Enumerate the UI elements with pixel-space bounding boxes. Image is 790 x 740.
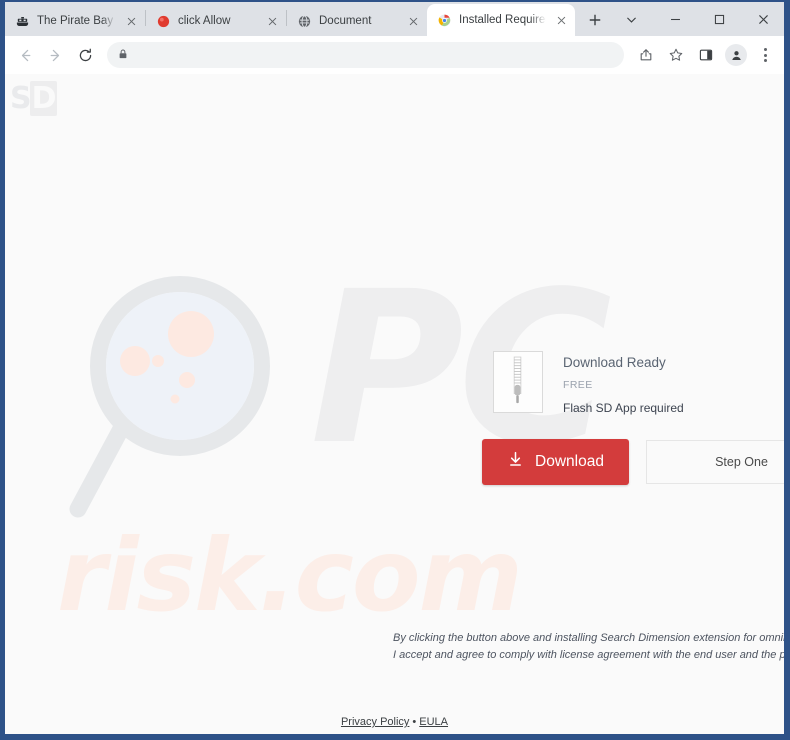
maximize-button[interactable] [697, 3, 741, 35]
reload-button[interactable] [71, 41, 99, 69]
profile-button[interactable] [722, 41, 750, 69]
side-panel-icon [699, 49, 713, 61]
globe-icon [297, 14, 312, 29]
action-row: Download Step One [482, 439, 784, 485]
disclaimer-text: By clicking the button above and install… [393, 630, 784, 664]
forward-button[interactable] [41, 41, 69, 69]
browser-window: The Pirate Bay - The gala click Allow [0, 0, 790, 740]
product-title: Download Ready [563, 355, 666, 370]
tab-click-allow[interactable]: click Allow [146, 6, 286, 36]
close-icon [758, 14, 768, 24]
browser-toolbar [5, 36, 784, 74]
minimize-button[interactable] [653, 3, 697, 35]
chevron-down-icon [626, 16, 636, 23]
tab-title: Document [319, 15, 372, 27]
minimize-icon [670, 18, 680, 20]
bookmark-button[interactable] [662, 41, 690, 69]
share-icon [640, 49, 652, 61]
plus-icon [589, 14, 601, 26]
sd-logo: SD [10, 81, 62, 116]
maximize-icon [714, 14, 724, 24]
three-dot-menu-icon[interactable] [752, 42, 778, 68]
side-panel-button[interactable] [692, 41, 720, 69]
magnifier-illustration [60, 269, 300, 524]
back-button[interactable] [11, 41, 39, 69]
watermark-risk: risk.com [57, 517, 523, 634]
download-button-label: Download [535, 453, 604, 470]
disclaimer-line-2: I accept and agree to comply with licens… [393, 649, 784, 661]
share-button[interactable] [632, 41, 660, 69]
address-bar[interactable] [107, 42, 624, 68]
sd-logo-s: S [10, 81, 32, 116]
footer-separator: • [412, 716, 417, 728]
red-circle-icon [156, 14, 171, 29]
new-tab-button[interactable] [581, 6, 609, 34]
tab-title: click Allow [178, 15, 231, 27]
tab-the-pirate-bay[interactable]: The Pirate Bay - The gala [5, 6, 145, 36]
sd-logo-d: D [29, 81, 57, 116]
toolbar-right-actions [632, 41, 778, 69]
tab-close-icon[interactable] [405, 13, 421, 29]
tab-close-icon[interactable] [123, 13, 139, 29]
product-price: FREE [563, 379, 593, 391]
zip-archive-icon [493, 351, 543, 413]
window-controls [609, 2, 784, 36]
step-one-panel[interactable]: Step One [646, 440, 784, 484]
tab-document[interactable]: Document [287, 6, 427, 36]
tab-title: Installed Required [459, 14, 546, 26]
back-arrow-icon [21, 49, 30, 61]
lock-icon[interactable] [117, 48, 129, 63]
tab-installed-required[interactable]: Installed Required [427, 4, 575, 36]
reload-icon [79, 48, 91, 61]
tab-strip: The Pirate Bay - The gala click Allow [5, 2, 784, 36]
ship-icon [15, 14, 30, 29]
chrome-icon [437, 13, 452, 28]
tab-search-button[interactable] [609, 3, 653, 35]
tab-close-icon[interactable] [264, 13, 280, 29]
page-content: SD PC risk.com Download Ready FREE Flash… [5, 74, 784, 734]
disclaimer-line-1: By clicking the button above and install… [393, 632, 784, 644]
step-one-label: Step One [715, 455, 768, 469]
eula-link[interactable]: EULA [419, 716, 448, 728]
forward-arrow-icon [50, 49, 59, 61]
download-arrow-icon [507, 451, 524, 473]
profile-avatar-icon [725, 44, 747, 66]
tab-title: The Pirate Bay - The gala [37, 15, 116, 27]
star-icon [669, 48, 683, 61]
privacy-policy-link[interactable]: Privacy Policy [341, 716, 409, 728]
footer-links: Privacy Policy • EULA [5, 716, 784, 728]
close-window-button[interactable] [741, 3, 784, 35]
product-text: Download Ready FREE Flash SD App require… [563, 351, 684, 415]
tab-close-icon[interactable] [553, 12, 569, 28]
product-block: Download Ready FREE Flash SD App require… [493, 351, 684, 415]
product-requirement: Flash SD App required [563, 401, 684, 415]
download-button[interactable]: Download [482, 439, 629, 485]
